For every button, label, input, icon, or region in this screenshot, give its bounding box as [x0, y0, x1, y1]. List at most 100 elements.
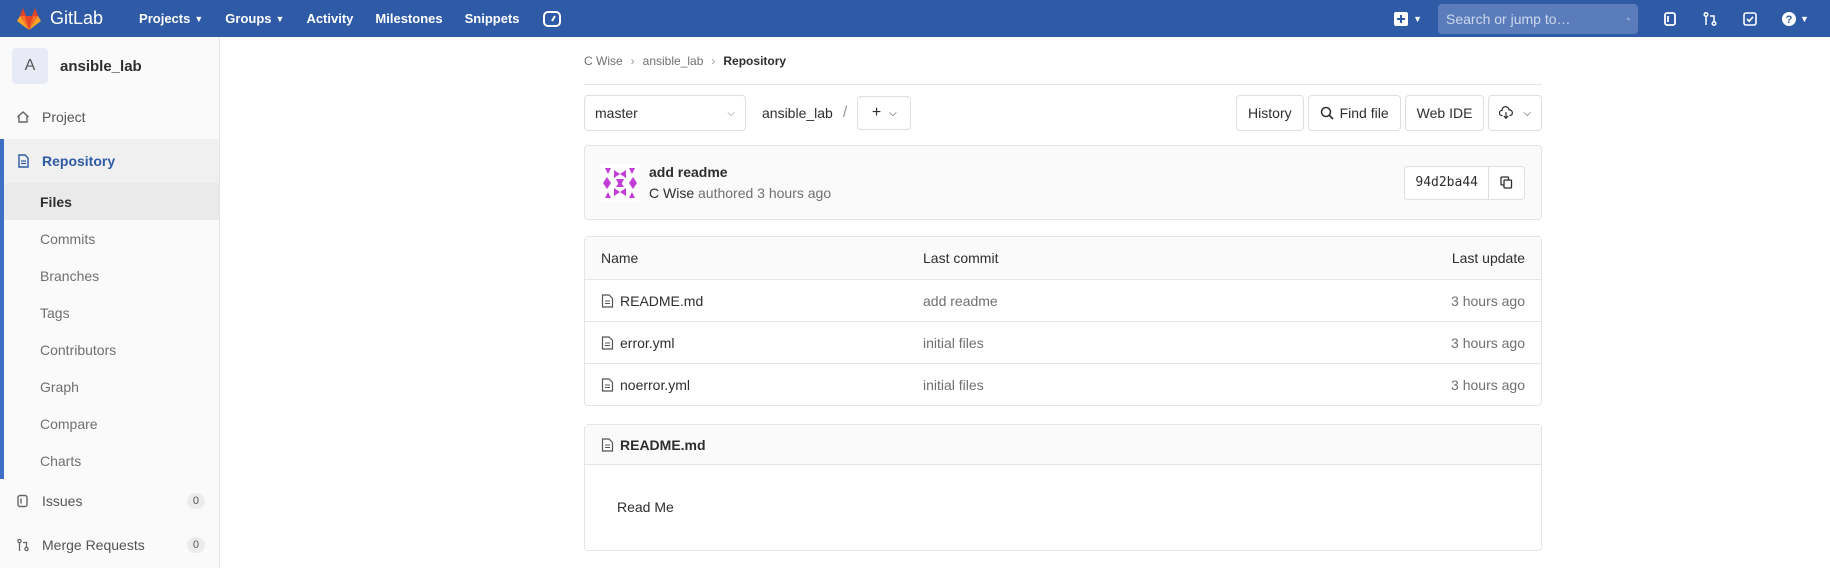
main-content: C Wise › ansible_lab › Repository master… — [584, 37, 1542, 551]
branch-name: master — [595, 105, 638, 121]
readme-panel: README.md Read Me — [584, 424, 1542, 551]
sidebar-subitem-tags[interactable]: Tags — [4, 294, 219, 331]
issues-icon — [1664, 11, 1676, 26]
nav-groups[interactable]: Groups ▼ — [225, 11, 284, 26]
sidebar-subitem-compare[interactable]: Compare — [4, 405, 219, 442]
project-name: ansible_lab — [60, 57, 142, 75]
merge-request-icon — [1703, 11, 1717, 26]
commit-sha[interactable]: 94d2ba44 — [1404, 165, 1489, 200]
nav-projects-label: Projects — [139, 11, 191, 26]
sidebar-subitem-branches[interactable]: Branches — [4, 257, 219, 294]
file-last-update: 3 hours ago — [1451, 334, 1525, 351]
issues-icon — [17, 494, 28, 508]
svg-text:?: ? — [1786, 14, 1793, 26]
commit-time: authored 3 hours ago — [698, 185, 832, 201]
nav-milestones[interactable]: Milestones — [375, 11, 442, 26]
mr-count-badge: 0 — [186, 537, 205, 553]
file-last-commit-link[interactable]: initial files — [923, 377, 1341, 393]
web-ide-button[interactable]: Web IDE — [1404, 95, 1485, 131]
merge-requests-nav-button[interactable] — [1700, 9, 1720, 29]
help-dropdown[interactable]: ? ▼ — [1780, 9, 1810, 29]
file-last-commit-link[interactable]: initial files — [923, 335, 1341, 351]
find-file-button[interactable]: Find file — [1307, 95, 1401, 131]
sidebar-subitem-charts[interactable]: Charts — [4, 442, 219, 479]
sidebar-item-label: Issues — [42, 493, 83, 509]
add-to-tree-dropdown[interactable]: + ⌵ — [857, 96, 912, 130]
copy-icon — [1500, 176, 1513, 189]
search-icon — [1320, 106, 1334, 120]
repository-submenu: Files Commits Branches Tags Contributors… — [0, 183, 219, 479]
nav-activity-label: Activity — [306, 11, 354, 26]
sidebar-item-issues[interactable]: Issues 0 — [0, 479, 219, 523]
table-row[interactable]: error.yml initial files 3 hours ago — [585, 321, 1541, 363]
path-root-link[interactable]: ansible_lab — [762, 105, 833, 121]
help-icon: ? — [1782, 11, 1797, 26]
last-commit-panel: add readme C Wise authored 3 hours ago 9… — [584, 145, 1542, 220]
document-icon — [18, 154, 29, 168]
sidebar-item-repository[interactable]: Repository — [0, 139, 219, 183]
chevron-down-icon: ▼ — [275, 13, 285, 24]
file-tree-table: Name Last commit Last update README.md a… — [584, 236, 1542, 406]
sidebar-item-label: Project — [42, 109, 86, 125]
table-row[interactable]: README.md add readme 3 hours ago — [585, 279, 1541, 321]
file-icon — [601, 335, 614, 350]
file-icon — [601, 437, 614, 452]
brand-name: GitLab — [50, 8, 104, 28]
gitlab-logo-icon — [17, 7, 41, 30]
chevron-down-icon: ⌵ — [1523, 107, 1531, 119]
search-input[interactable] — [1446, 10, 1627, 27]
sidebar-item-label: Repository — [42, 153, 116, 169]
chevron-down-icon: ⌵ — [727, 107, 735, 119]
commit-title[interactable]: add readme — [649, 164, 831, 180]
breadcrumb-current[interactable]: Repository — [723, 54, 786, 68]
breadcrumb-project[interactable]: ansible_lab — [643, 54, 704, 68]
chevron-down-icon: ▼ — [1413, 13, 1422, 24]
search-icon — [1627, 17, 1630, 20]
new-dropdown[interactable]: ▼ — [1393, 11, 1422, 27]
copy-sha-button[interactable] — [1489, 165, 1525, 200]
sidebar-item-project[interactable]: Project — [0, 95, 219, 139]
sidebar-item-label: Merge Requests — [42, 537, 145, 553]
sidebar-subitem-contributors[interactable]: Contributors — [4, 331, 219, 368]
performance-gauge-icon[interactable] — [542, 9, 562, 29]
project-header[interactable]: A ansible_lab — [0, 37, 219, 95]
nav-projects[interactable]: Projects ▼ — [139, 11, 203, 26]
plus-square-icon — [1394, 11, 1409, 26]
branch-selector[interactable]: master ⌵ — [584, 95, 746, 131]
search-box[interactable] — [1438, 3, 1638, 34]
issues-nav-button[interactable] — [1660, 9, 1680, 29]
find-file-label: Find file — [1339, 105, 1389, 121]
breadcrumb-user[interactable]: C Wise — [584, 54, 623, 68]
readme-content: Read Me — [617, 499, 674, 515]
sidebar-item-merge-requests[interactable]: Merge Requests 0 — [0, 523, 219, 567]
nav-milestones-label: Milestones — [375, 11, 443, 26]
download-dropdown[interactable]: ⌵ — [1488, 95, 1542, 131]
chevron-down-icon: ▼ — [194, 13, 204, 24]
sidebar-subitem-files[interactable]: Files — [4, 183, 219, 220]
table-row[interactable]: noerror.yml initial files 3 hours ago — [585, 363, 1541, 405]
nav-activity[interactable]: Activity — [306, 11, 353, 26]
chevron-right-icon: › — [630, 53, 635, 68]
file-last-update: 3 hours ago — [1451, 376, 1525, 393]
column-header-name: Name — [601, 250, 639, 266]
commit-meta: C Wise authored 3 hours ago — [649, 185, 831, 201]
file-last-update: 3 hours ago — [1451, 292, 1525, 309]
file-icon — [601, 293, 614, 308]
file-last-commit-link[interactable]: add readme — [923, 293, 1341, 309]
todos-nav-button[interactable] — [1740, 9, 1760, 29]
brand-link[interactable]: GitLab — [16, 6, 103, 32]
history-button[interactable]: History — [1236, 95, 1304, 131]
file-name-link[interactable]: error.yml — [620, 335, 674, 351]
readme-header: README.md — [585, 425, 1541, 465]
top-navbar: GitLab Projects ▼ Groups ▼ Activity Mile… — [0, 0, 1830, 37]
merge-request-icon — [17, 538, 29, 552]
identicon-avatar — [601, 163, 639, 202]
file-name-link[interactable]: noerror.yml — [620, 377, 690, 393]
table-header-row: Name Last commit Last update — [585, 237, 1541, 279]
sidebar-subitem-graph[interactable]: Graph — [4, 368, 219, 405]
nav-snippets[interactable]: Snippets — [465, 11, 520, 26]
file-name-link[interactable]: README.md — [620, 293, 703, 309]
readme-filename-link[interactable]: README.md — [620, 437, 706, 453]
commit-author[interactable]: C Wise — [649, 185, 694, 201]
sidebar-subitem-commits[interactable]: Commits — [4, 220, 219, 257]
